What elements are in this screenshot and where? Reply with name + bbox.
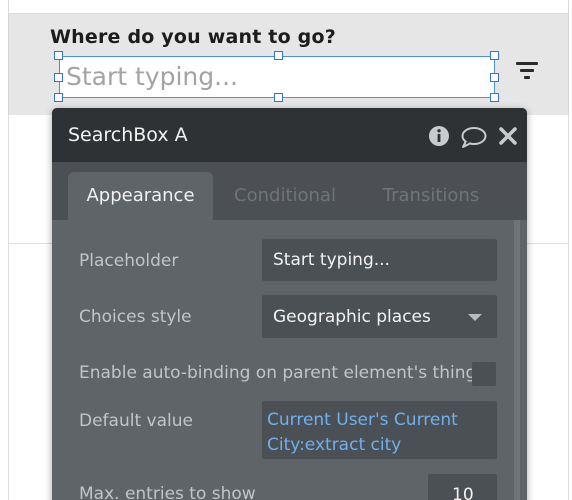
panel-scrollbar[interactable] [514,220,520,500]
max-entries-value: 10 [452,485,474,500]
default-value-label: Default value [79,411,193,431]
choices-style-dropdown[interactable]: Geographic places [262,295,497,338]
resize-handle-left[interactable] [54,73,63,82]
placeholder-input[interactable]: Start typing... [262,239,497,281]
searchbox-placeholder: Start typing... [66,62,238,91]
resize-handle-top-left[interactable] [54,51,63,60]
page-top-strip [8,0,569,14]
resize-handle-bottom[interactable] [274,93,283,102]
searchbox-element[interactable]: Start typing... [59,56,495,98]
comment-icon[interactable] [460,126,487,149]
close-icon[interactable] [499,127,517,145]
default-value-expression[interactable]: Current User's Current City:extract city [267,408,492,458]
resize-handle-bottom-right[interactable] [490,93,499,102]
max-entries-label: Max. entries to show [79,484,256,500]
info-icon[interactable] [428,125,450,147]
question-text: Where do you want to go? [50,26,336,48]
filter-icon[interactable] [514,61,540,81]
resize-handle-right[interactable] [490,73,499,82]
auto-binding-checkbox[interactable] [472,362,496,386]
resize-handle-top[interactable] [274,51,283,60]
tab-transitions[interactable]: Transitions [370,172,492,220]
panel-tabs: Appearance Conditional Transitions [52,162,527,220]
resize-handle-top-right[interactable] [490,51,499,60]
default-value-field[interactable]: Current User's Current City:extract city [262,401,497,459]
tab-conditional[interactable]: Conditional [222,172,348,220]
choices-style-label: Choices style [79,307,192,327]
placeholder-label: Placeholder [79,251,179,271]
panel-header[interactable]: SearchBox A [52,108,527,162]
resize-handle-bottom-left[interactable] [54,93,63,102]
placeholder-input-value: Start typing... [273,250,390,270]
choices-style-value: Geographic places [273,307,431,327]
max-entries-input[interactable]: 10 [428,474,497,500]
property-editor-panel: SearchBox A Appearance Conditional Trans… [52,108,527,500]
panel-title: SearchBox A [68,124,188,146]
tab-appearance[interactable]: Appearance [68,172,213,220]
auto-binding-label: Enable auto-binding on parent element's … [79,363,477,383]
chevron-down-icon [468,314,482,321]
